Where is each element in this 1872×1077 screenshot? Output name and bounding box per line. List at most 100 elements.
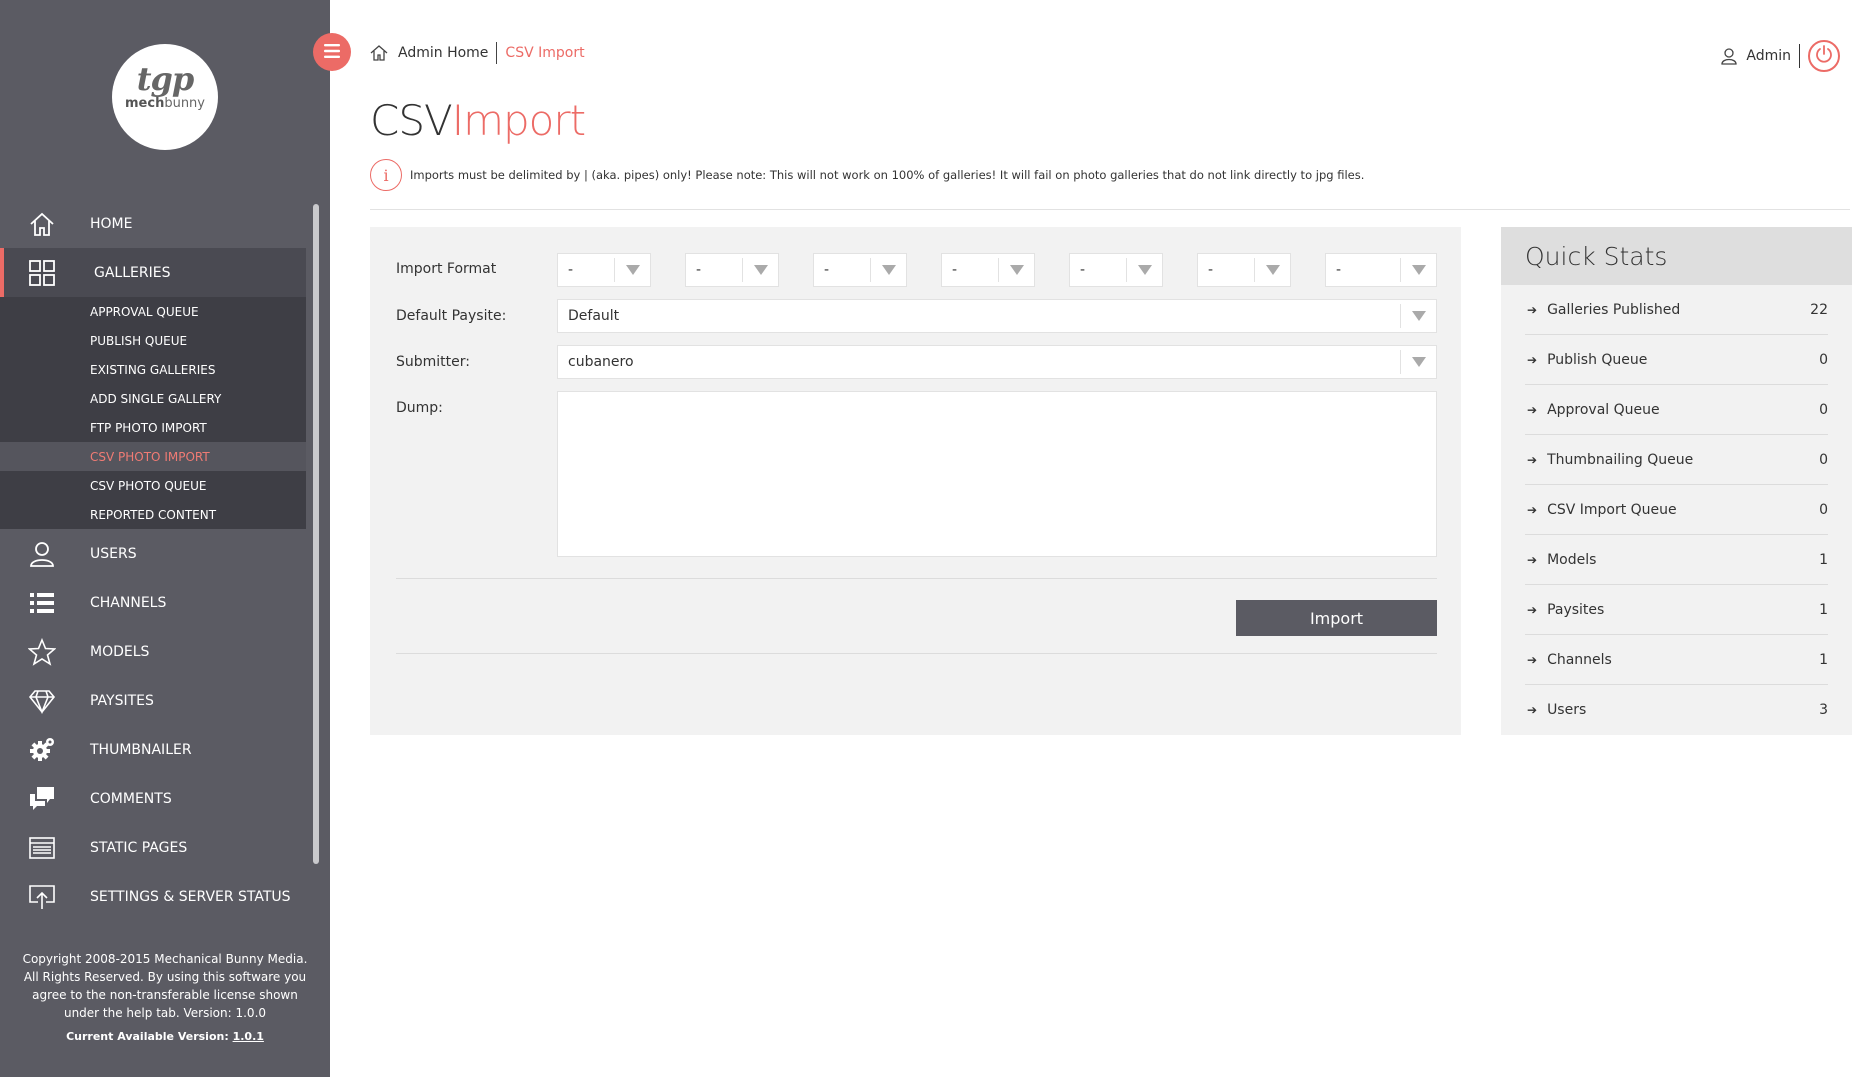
nav-item-home[interactable]: HOME xyxy=(0,199,306,248)
user-menu: Admin xyxy=(1720,40,1840,72)
arrow-right-icon: ➔ xyxy=(1527,703,1538,717)
import-format-select-7[interactable]: - xyxy=(1325,253,1437,287)
sidebar: tgp mechbunny HOME GALLERIES APPROVAL QU… xyxy=(0,0,330,1077)
diamond-icon xyxy=(26,685,58,717)
import-format-select-1[interactable]: - xyxy=(557,253,651,287)
user-separator xyxy=(1799,44,1800,68)
version-link[interactable]: 1.0.1 xyxy=(233,1030,264,1043)
stat-label: Models xyxy=(1547,551,1597,568)
logout-button[interactable] xyxy=(1808,40,1840,72)
default-paysite-select[interactable]: Default xyxy=(557,299,1437,333)
select-value: - xyxy=(1208,262,1214,278)
breadcrumb: Admin Home CSV Import xyxy=(370,42,585,64)
sub-item-reported-content[interactable]: REPORTED CONTENT xyxy=(0,500,306,529)
arrow-right-icon: ➔ xyxy=(1527,302,1538,317)
import-format-select-3[interactable]: - xyxy=(813,253,907,287)
chevron-down-icon xyxy=(1400,350,1436,374)
user-icon xyxy=(1720,47,1738,65)
gears-icon xyxy=(26,734,58,766)
nav-item-thumbnailer[interactable]: THUMBNAILER xyxy=(0,725,306,774)
submitter-label: Submitter: xyxy=(396,354,470,370)
star-icon xyxy=(26,636,58,668)
nav-item-paysites[interactable]: PAYSITES xyxy=(0,676,306,725)
breadcrumb-current: CSV Import xyxy=(505,45,585,61)
quick-stats-title: Quick Stats xyxy=(1501,227,1852,285)
stat-row-galleries-published[interactable]: ➔ Galleries Published 22 xyxy=(1525,285,1828,335)
breadcrumb-admin-home[interactable]: Admin Home xyxy=(398,45,488,61)
document-icon xyxy=(26,832,58,864)
nav-label: MODELS xyxy=(90,643,150,660)
arrow-right-icon: ➔ xyxy=(1527,402,1538,417)
default-paysite-label: Default Paysite: xyxy=(396,308,507,324)
nav-label: SETTINGS & SERVER STATUS xyxy=(90,888,291,905)
sub-item-add-single-gallery[interactable]: ADD SINGLE GALLERY xyxy=(0,384,306,413)
nav-item-comments[interactable]: COMMENTS xyxy=(0,774,306,823)
chevron-down-icon xyxy=(1126,258,1162,282)
copyright-line: under the help tab. Version: 1.0.0 xyxy=(63,1006,267,1020)
stat-row-approval-queue[interactable]: ➔ Approval Queue 0 xyxy=(1525,385,1828,435)
stat-label: Galleries Published xyxy=(1547,301,1681,318)
stat-row-paysites[interactable]: ➔ Paysites 1 xyxy=(1525,585,1828,635)
nav-item-galleries[interactable]: GALLERIES xyxy=(0,248,306,297)
select-value: - xyxy=(952,262,958,278)
user-name[interactable]: Admin xyxy=(1746,48,1791,64)
stat-value: 22 xyxy=(1810,301,1828,318)
nav-item-models[interactable]: MODELS xyxy=(0,627,306,676)
dump-textarea[interactable] xyxy=(557,391,1437,557)
hamburger-icon xyxy=(324,43,340,62)
stat-value: 3 xyxy=(1819,702,1828,718)
stat-row-users[interactable]: ➔ Users 3 xyxy=(1525,685,1828,735)
import-button[interactable]: Import xyxy=(1236,600,1437,636)
import-format-select-6[interactable]: - xyxy=(1197,253,1291,287)
nav-item-settings[interactable]: SETTINGS & SERVER STATUS xyxy=(0,872,306,921)
import-format-select-5[interactable]: - xyxy=(1069,253,1163,287)
stat-value: 0 xyxy=(1819,451,1828,468)
stat-label: Channels xyxy=(1547,651,1612,668)
nav-label: COMMENTS xyxy=(90,790,172,807)
stat-label: Paysites xyxy=(1547,601,1605,618)
stat-value: 0 xyxy=(1819,351,1828,368)
sub-item-existing-galleries[interactable]: EXISTING GALLERIES xyxy=(0,355,306,384)
grid-icon xyxy=(26,257,58,289)
stat-row-csv-import-queue[interactable]: ➔ CSV Import Queue 0 xyxy=(1525,485,1828,535)
menu-toggle-button[interactable] xyxy=(313,33,351,71)
select-value: - xyxy=(568,262,574,278)
sub-item-csv-photo-import[interactable]: CSV PHOTO IMPORT xyxy=(0,442,306,471)
power-icon xyxy=(1814,44,1834,68)
submitter-select[interactable]: cubanero xyxy=(557,345,1437,379)
nav-item-users[interactable]: USERS xyxy=(0,529,306,578)
copyright-line: All Rights Reserved. By using this softw… xyxy=(23,970,307,984)
chevron-down-icon xyxy=(1254,258,1290,282)
stat-row-publish-queue[interactable]: ➔ Publish Queue 0 xyxy=(1525,335,1828,385)
chevron-down-icon xyxy=(1400,304,1436,328)
nav-label: PAYSITES xyxy=(90,692,154,709)
stat-value: 0 xyxy=(1819,401,1828,418)
stat-label: Users xyxy=(1547,702,1587,718)
sub-item-ftp-photo-import[interactable]: FTP PHOTO IMPORT xyxy=(0,413,306,442)
stat-row-models[interactable]: ➔ Models 1 xyxy=(1525,535,1828,585)
import-format-select-4[interactable]: - xyxy=(941,253,1035,287)
import-format-select-2[interactable]: - xyxy=(685,253,779,287)
sub-item-approval-queue[interactable]: APPROVAL QUEUE xyxy=(0,297,306,326)
copyright-line: Copyright 2008-2015 Mechanical Bunny Med… xyxy=(22,952,308,966)
nav-item-static-pages[interactable]: STATIC PAGES xyxy=(0,823,306,872)
stat-row-channels[interactable]: ➔ Channels 1 xyxy=(1525,635,1828,685)
sub-item-csv-photo-queue[interactable]: CSV PHOTO QUEUE xyxy=(0,471,306,500)
divider xyxy=(396,653,1437,654)
stat-row-thumbnailing-queue[interactable]: ➔ Thumbnailing Queue 0 xyxy=(1525,435,1828,485)
stat-value: 1 xyxy=(1819,601,1828,618)
sub-item-publish-queue[interactable]: PUBLISH QUEUE xyxy=(0,326,306,355)
stat-label: Thumbnailing Queue xyxy=(1547,451,1694,468)
home-icon[interactable] xyxy=(370,44,388,62)
nav-item-channels[interactable]: CHANNELS xyxy=(0,578,306,627)
page-title-part1: CSV xyxy=(370,96,453,145)
nav-label: THUMBNAILER xyxy=(90,741,192,758)
select-value: - xyxy=(824,262,830,278)
divider xyxy=(370,209,1850,210)
chevron-down-icon xyxy=(870,258,906,282)
logo[interactable]: tgp mechbunny xyxy=(112,44,218,150)
sidebar-scrollbar[interactable] xyxy=(313,204,319,864)
stat-label: Publish Queue xyxy=(1547,351,1648,368)
select-value: cubanero xyxy=(568,354,634,370)
nav-label: GALLERIES xyxy=(94,264,171,281)
